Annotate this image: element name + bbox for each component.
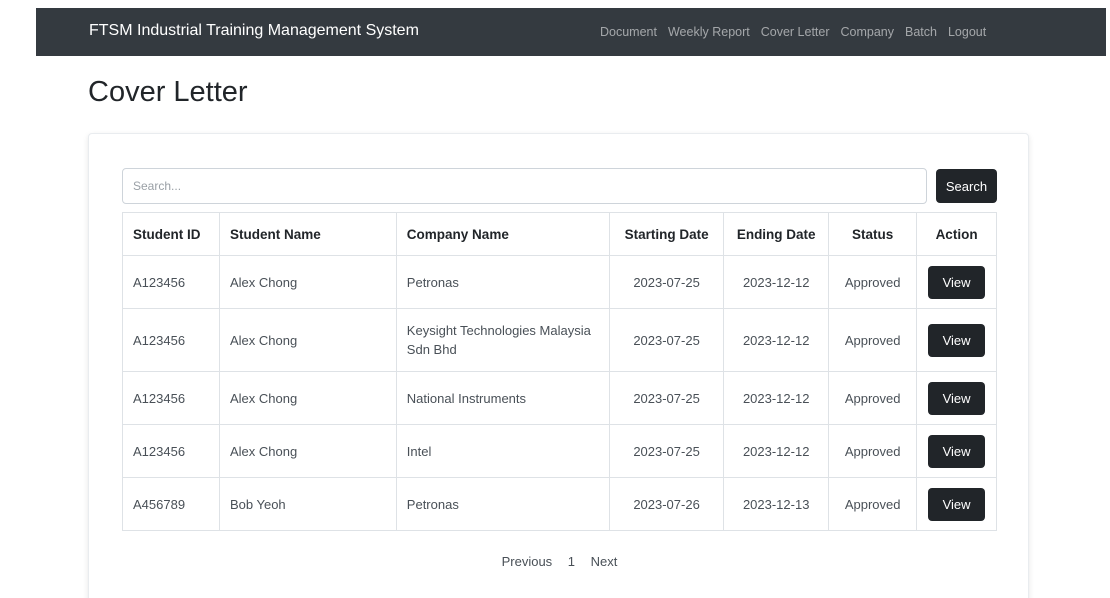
col-status: Status [828, 212, 918, 256]
cell-action: View [916, 371, 997, 425]
cell-student-id: A123456 [122, 424, 220, 478]
table-row: A123456 Alex Chong Petronas 2023-07-25 2… [122, 255, 997, 309]
cell-student-id: A123456 [122, 255, 220, 309]
cell-starting-date: 2023-07-25 [608, 255, 725, 309]
cell-student-id: A123456 [122, 308, 220, 372]
table-header-row: Student ID Student Name Company Name Sta… [122, 212, 997, 256]
cell-student-name: Alex Chong [218, 255, 397, 309]
col-ending-date: Ending Date [723, 212, 830, 256]
col-action: Action [916, 212, 997, 256]
cell-status: Approved [828, 255, 918, 309]
table-row: A456789 Bob Yeoh Petronas 2023-07-26 202… [122, 477, 997, 531]
pagination-next[interactable]: Next [591, 554, 618, 569]
cell-student-id: A456789 [122, 477, 220, 531]
cell-company-name: Intel [395, 424, 610, 478]
nav-link-batch[interactable]: Batch [905, 25, 937, 39]
table-row: A123456 Alex Chong Keysight Technologies… [122, 308, 997, 372]
cell-ending-date: 2023-12-13 [723, 477, 830, 531]
col-student-id: Student ID [122, 212, 220, 256]
cell-starting-date: 2023-07-26 [608, 477, 725, 531]
cell-student-name: Alex Chong [218, 424, 397, 478]
brand-title[interactable]: FTSM Industrial Training Management Syst… [89, 22, 419, 40]
pagination: Previous 1 Next [89, 554, 1030, 569]
cell-action: View [916, 424, 997, 478]
cell-status: Approved [828, 371, 918, 425]
cell-status: Approved [828, 308, 918, 372]
view-button[interactable]: View [928, 381, 986, 415]
cell-ending-date: 2023-12-12 [723, 371, 830, 425]
table-row: A123456 Alex Chong National Instruments … [122, 371, 997, 425]
cell-student-name: Alex Chong [218, 371, 397, 425]
top-navbar: FTSM Industrial Training Management Syst… [36, 8, 1106, 56]
cell-student-name: Bob Yeoh [218, 477, 397, 531]
view-button[interactable]: View [928, 487, 986, 521]
nav-links: Document Weekly Report Cover Letter Comp… [600, 25, 997, 39]
cell-student-id: A123456 [122, 371, 220, 425]
col-student-name: Student Name [218, 212, 397, 256]
cell-starting-date: 2023-07-25 [608, 424, 725, 478]
cell-ending-date: 2023-12-12 [723, 424, 830, 478]
nav-link-document[interactable]: Document [600, 25, 657, 39]
view-button[interactable]: View [928, 265, 986, 299]
cell-company-name: Petronas [395, 477, 610, 531]
view-button[interactable]: View [928, 323, 986, 357]
cell-student-name: Alex Chong [218, 308, 397, 372]
cell-action: View [916, 308, 997, 372]
view-button[interactable]: View [928, 434, 986, 468]
cell-starting-date: 2023-07-25 [608, 371, 725, 425]
pagination-page-1[interactable]: 1 [568, 554, 575, 569]
search-button[interactable]: Search [936, 169, 997, 203]
nav-link-weekly-report[interactable]: Weekly Report [668, 25, 750, 39]
cover-letter-card: Search Student ID Student Name Company N… [88, 133, 1029, 598]
nav-link-logout[interactable]: Logout [948, 25, 986, 39]
cell-company-name: National Instruments [395, 371, 610, 425]
cell-action: View [916, 477, 997, 531]
cell-ending-date: 2023-12-12 [723, 255, 830, 309]
page-title: Cover Letter [88, 76, 248, 108]
col-starting-date: Starting Date [608, 212, 725, 256]
pagination-previous[interactable]: Previous [502, 554, 553, 569]
cell-starting-date: 2023-07-25 [608, 308, 725, 372]
cell-company-name: Keysight Technologies Malaysia Sdn Bhd [395, 308, 610, 372]
cell-company-name: Petronas [395, 255, 610, 309]
search-input[interactable] [122, 168, 927, 204]
nav-link-company[interactable]: Company [841, 25, 895, 39]
cell-status: Approved [828, 477, 918, 531]
cell-status: Approved [828, 424, 918, 478]
nav-link-cover-letter[interactable]: Cover Letter [761, 25, 830, 39]
cover-letter-table: Student ID Student Name Company Name Sta… [122, 212, 997, 531]
cell-ending-date: 2023-12-12 [723, 308, 830, 372]
col-company-name: Company Name [395, 212, 610, 256]
table-row: A123456 Alex Chong Intel 2023-07-25 2023… [122, 424, 997, 478]
cell-action: View [916, 255, 997, 309]
